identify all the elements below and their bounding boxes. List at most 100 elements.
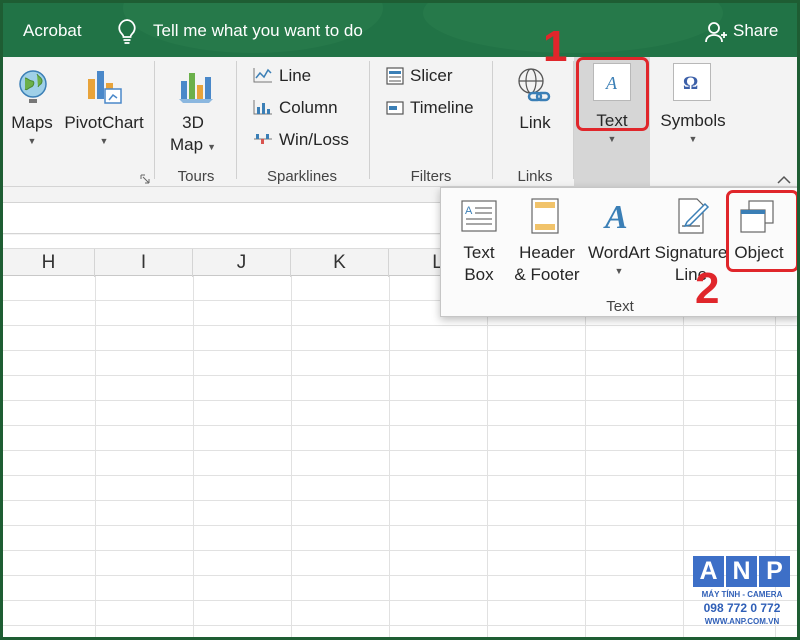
header-footer-icon (531, 198, 559, 239)
watermark-letter: P (759, 556, 790, 587)
grid-line (3, 475, 797, 476)
link-button[interactable]: Link (508, 112, 562, 134)
textbox-icon: A (461, 200, 497, 237)
group-separator (492, 61, 493, 179)
lightbulb-icon[interactable] (116, 18, 138, 49)
3d-map-button[interactable]: 3D Map ▼ (163, 112, 223, 158)
grid-line (3, 625, 797, 626)
grid-line (487, 276, 488, 637)
header-footer-label-line1: Header (519, 243, 575, 262)
chevron-down-icon: ▼ (607, 134, 617, 144)
highlight-box-step1 (576, 57, 649, 131)
winloss-sparkline-button[interactable]: Win/Loss (279, 129, 349, 151)
svg-text:A: A (603, 199, 628, 234)
watermark-letter: N (726, 556, 757, 587)
svg-text:Ω: Ω (683, 73, 698, 94)
grid-line (389, 276, 390, 637)
globe-map-icon (17, 69, 49, 110)
highlight-box-step2 (726, 190, 797, 272)
wordart-icon: A (601, 196, 635, 239)
group-separator (369, 61, 370, 179)
acrobat-tab[interactable]: Acrobat (23, 21, 82, 41)
worksheet-grid[interactable] (3, 276, 797, 637)
share-button[interactable]: Share (733, 21, 778, 41)
timeline-button[interactable]: Timeline (410, 97, 474, 119)
tell-me-search[interactable]: Tell me what you want to do (153, 21, 363, 41)
wordart-label: WordArt (587, 243, 651, 262)
watermark-letter: A (693, 556, 724, 587)
slicer-button[interactable]: Slicer (410, 65, 453, 87)
watermark-website: WWW.ANP.COM.VN (704, 617, 780, 626)
3d-map-icon (177, 67, 215, 110)
watermark-phone: 098 772 0 772 (703, 601, 781, 615)
group-separator (154, 61, 155, 179)
line-sparkline-button[interactable]: Line (279, 65, 311, 87)
pivotchart-label: PivotChart (64, 113, 144, 132)
wordart-button[interactable]: WordArt ▼ (583, 242, 655, 276)
pivotchart-icon (85, 67, 123, 110)
link-globe-icon (515, 67, 553, 112)
grid-line (3, 400, 797, 401)
links-group-label: Links (517, 168, 553, 185)
pivotchart-button[interactable]: PivotChart ▼ (61, 112, 147, 146)
grid-line (3, 425, 797, 426)
chevron-down-icon: ▼ (614, 266, 624, 276)
grid-line (683, 276, 684, 637)
grid-line (585, 276, 586, 637)
title-bar: Acrobat Tell me what you want to do Shar… (3, 3, 797, 57)
grid-line (3, 500, 797, 501)
svg-text:A: A (465, 205, 473, 217)
ribbon: Maps ▼ PivotChart ▼ 3D Map▼ Tours Line (3, 57, 797, 187)
step-2-marker: 2 (695, 264, 720, 313)
chevron-down-icon: ▼ (688, 134, 698, 144)
column-header-j[interactable]: J (193, 249, 291, 277)
text-box-label-line2: Box (464, 265, 494, 284)
user-share-icon[interactable] (705, 21, 727, 48)
symbols-label: Symbols (660, 111, 726, 130)
maps-label: Maps (11, 113, 53, 132)
grid-line (3, 450, 797, 451)
grid-line (3, 550, 797, 551)
grid-line (3, 325, 797, 326)
slicer-icon (386, 67, 404, 90)
grid-line (3, 375, 797, 376)
excel-window: Acrobat Tell me what you want to do Shar… (0, 0, 800, 640)
column-header-h[interactable]: H (3, 249, 95, 277)
text-group-label: Text (606, 298, 634, 315)
grid-line (3, 525, 797, 526)
chevron-down-icon: ▼ (27, 136, 37, 146)
text-box-button[interactable]: Text Box (451, 242, 507, 286)
header-footer-button[interactable]: Header & Footer (509, 242, 585, 286)
column-header-k[interactable]: K (291, 249, 389, 277)
text-box-label-line1: Text (463, 243, 495, 262)
step-1-marker: 1 (543, 22, 568, 71)
text-dropdown-panel: A Text Box Header & Footer A WordArt ▼ S… (440, 187, 797, 317)
watermark-tagline: MÁY TÍNH - CAMERA (701, 590, 783, 599)
grid-line (291, 276, 292, 637)
tours-group-label: Tours (177, 168, 215, 185)
signature-line-icon (677, 198, 711, 239)
grid-line (3, 350, 797, 351)
column-sparkline-button[interactable]: Column (279, 97, 338, 119)
filters-group-label: Filters (410, 168, 452, 185)
title-bar-decoration (423, 3, 723, 53)
3d-map-label-line1: 3D (182, 113, 204, 132)
grid-line (193, 276, 194, 637)
timeline-icon (386, 99, 404, 122)
column-header-i[interactable]: I (95, 249, 193, 277)
3d-map-label-line2: Map (170, 135, 204, 154)
column-sparkline-icon (253, 99, 273, 120)
maps-button[interactable]: Maps ▼ (7, 112, 57, 146)
line-sparkline-icon (253, 67, 273, 88)
anp-watermark: A N P MÁY TÍNH - CAMERA 098 772 0 772 WW… (693, 556, 791, 636)
grid-line (3, 575, 797, 576)
grid-line (3, 600, 797, 601)
group-separator (236, 61, 237, 179)
symbols-button[interactable]: Symbols ▼ (657, 110, 729, 144)
signature-line-label-line1: Signature (654, 243, 728, 262)
chevron-down-icon: ▼ (207, 142, 216, 152)
sparklines-group-label: Sparklines (266, 168, 338, 185)
header-footer-label-line2: & Footer (514, 265, 580, 284)
omega-icon: Ω (673, 63, 711, 101)
chevron-down-icon: ▼ (99, 136, 109, 146)
